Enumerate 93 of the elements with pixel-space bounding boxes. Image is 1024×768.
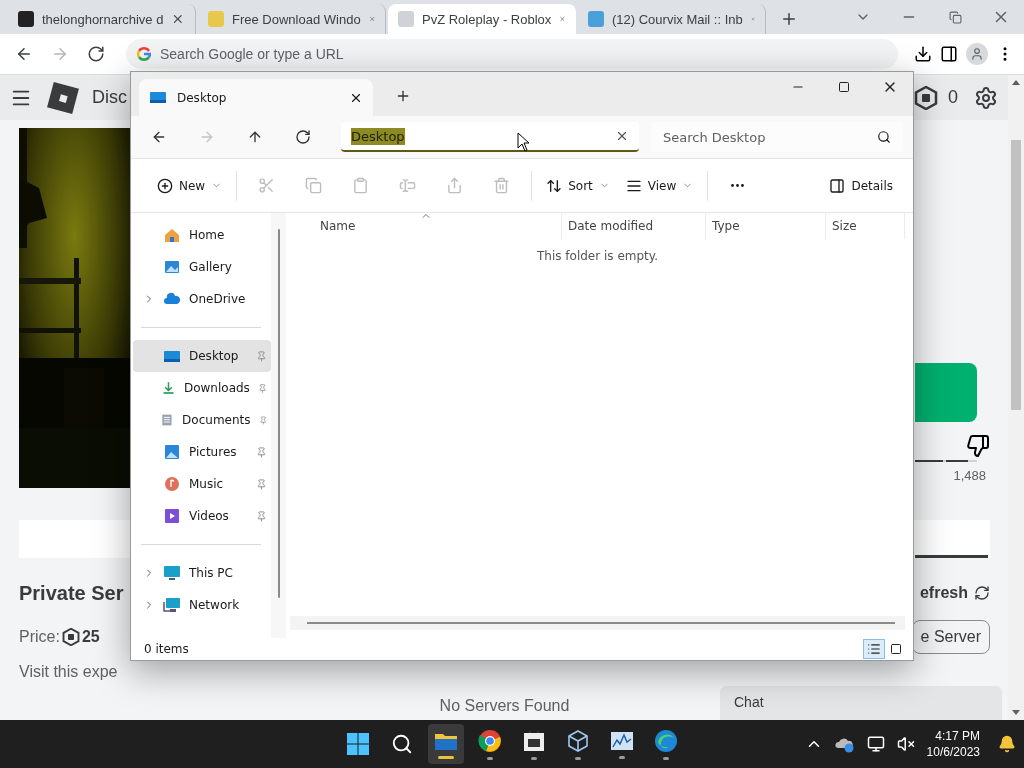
panel-icon: [829, 177, 846, 194]
restore-icon[interactable]: [948, 10, 962, 24]
pin-icon: [258, 414, 267, 426]
chart-icon: [610, 729, 634, 752]
scrollbar[interactable]: [271, 213, 286, 638]
profile-avatar[interactable]: [966, 43, 988, 65]
address-bar[interactable]: Search Google or type a URL: [126, 39, 898, 69]
new-tab-icon[interactable]: [395, 88, 411, 104]
back-icon[interactable]: [15, 45, 33, 63]
video-icon: [163, 507, 181, 525]
monitor-icon: [163, 564, 181, 582]
square-icon: [890, 643, 902, 655]
scrollbar[interactable]: [1008, 75, 1024, 720]
logo-icon[interactable]: [47, 81, 79, 114]
download-icon[interactable]: [914, 45, 932, 63]
taskbar-app[interactable]: [428, 724, 464, 764]
empty-message: No Servers Found: [439, 697, 570, 715]
refresh-link[interactable]: efresh: [919, 584, 990, 602]
maximize-icon[interactable]: [838, 81, 850, 93]
browser-icon: [654, 728, 678, 753]
side-panel-icon[interactable]: [940, 45, 958, 63]
list-icon: [867, 642, 881, 656]
column-header[interactable]: Type: [706, 213, 826, 239]
gallery-icon: [163, 258, 181, 276]
column-header[interactable]: Size: [826, 213, 905, 239]
reload-icon[interactable]: [87, 45, 105, 63]
column-header[interactable]: Date modified: [562, 213, 706, 239]
search-icon: [877, 130, 891, 144]
horizontal-scrollbar[interactable]: [290, 616, 905, 630]
mouse-cursor-icon: [517, 132, 531, 152]
browser-tab[interactable]: PvZ Roleplay - Roblox: [388, 4, 576, 34]
new-button[interactable]: New: [149, 169, 231, 202]
page-icon: [398, 11, 414, 27]
pin-icon: [257, 382, 267, 394]
mute-icon[interactable]: [896, 735, 915, 753]
picture-icon: [163, 443, 181, 461]
details-view-button[interactable]: [863, 639, 885, 659]
pin-icon: [256, 510, 267, 522]
view-button[interactable]: View: [617, 169, 702, 202]
nav-link[interactable]: Disc: [92, 87, 127, 108]
item-count: 0 items: [144, 642, 190, 656]
refresh-icon[interactable]: [295, 129, 311, 145]
chat-panel[interactable]: Chat: [720, 686, 1002, 720]
music-icon: [163, 475, 181, 493]
nav-item[interactable]: Downloads: [133, 372, 271, 404]
new-tab-icon[interactable]: [780, 10, 798, 28]
bell-icon[interactable]: [998, 735, 1016, 753]
sort-button[interactable]: Sort: [538, 169, 618, 202]
nav-item[interactable]: Music: [133, 468, 271, 500]
pin-icon: [256, 350, 267, 362]
search-icon[interactable]: [391, 733, 413, 755]
price-value: 25: [81, 628, 100, 646]
clear-icon[interactable]: [615, 129, 629, 143]
description-text: Visit this expe: [19, 663, 119, 681]
nav-item[interactable]: Documents: [133, 404, 271, 436]
clock[interactable]: 4:17 PM 10/6/2023: [926, 728, 980, 760]
section-title: Private Ser: [19, 581, 124, 605]
home-icon: [163, 226, 181, 244]
google-icon: [137, 47, 151, 61]
nav-item[interactable]: This PC: [133, 557, 271, 589]
windows-logo-icon: [346, 732, 370, 756]
pin-icon: [256, 446, 267, 458]
sort-icon: [546, 177, 563, 194]
nav-item[interactable]: Home: [133, 219, 271, 251]
nav-item[interactable]: OneDrive: [133, 283, 271, 315]
plus-circle-icon: [157, 177, 173, 194]
pin-icon: [256, 478, 267, 490]
column-header[interactable]: Name: [290, 213, 562, 239]
hexagon-icon: [61, 628, 80, 646]
nav-item[interactable]: Desktop: [133, 340, 271, 372]
explorer-tab[interactable]: Desktop: [139, 79, 373, 116]
back-icon[interactable]: [151, 129, 167, 145]
download-icon: [161, 379, 176, 397]
monitor-icon[interactable]: [866, 735, 885, 753]
network-icon: [163, 596, 181, 614]
nav-item[interactable]: Gallery: [133, 251, 271, 283]
details-button[interactable]: Details: [821, 169, 901, 202]
browser-icon: [478, 728, 502, 753]
close-icon[interactable]: [171, 12, 185, 26]
nav-item[interactable]: Network: [133, 589, 271, 621]
nav-item[interactable]: Videos: [133, 500, 271, 532]
robux-balance[interactable]: 0: [948, 87, 958, 108]
up-icon[interactable]: [247, 129, 263, 145]
desktop-icon: [149, 89, 167, 106]
nav-item[interactable]: Pictures: [133, 436, 271, 468]
empty-folder-message: This folder is empty.: [537, 249, 658, 263]
price-label: Price:: [19, 628, 60, 646]
thumbs-down-icon[interactable]: [966, 434, 990, 458]
address-field[interactable]: Desktop: [341, 122, 639, 152]
hexagon-icon: [914, 85, 938, 110]
refresh-icon[interactable]: [974, 585, 990, 601]
dislike-count: 1,488: [953, 468, 986, 483]
settings-icon[interactable]: [974, 85, 998, 110]
